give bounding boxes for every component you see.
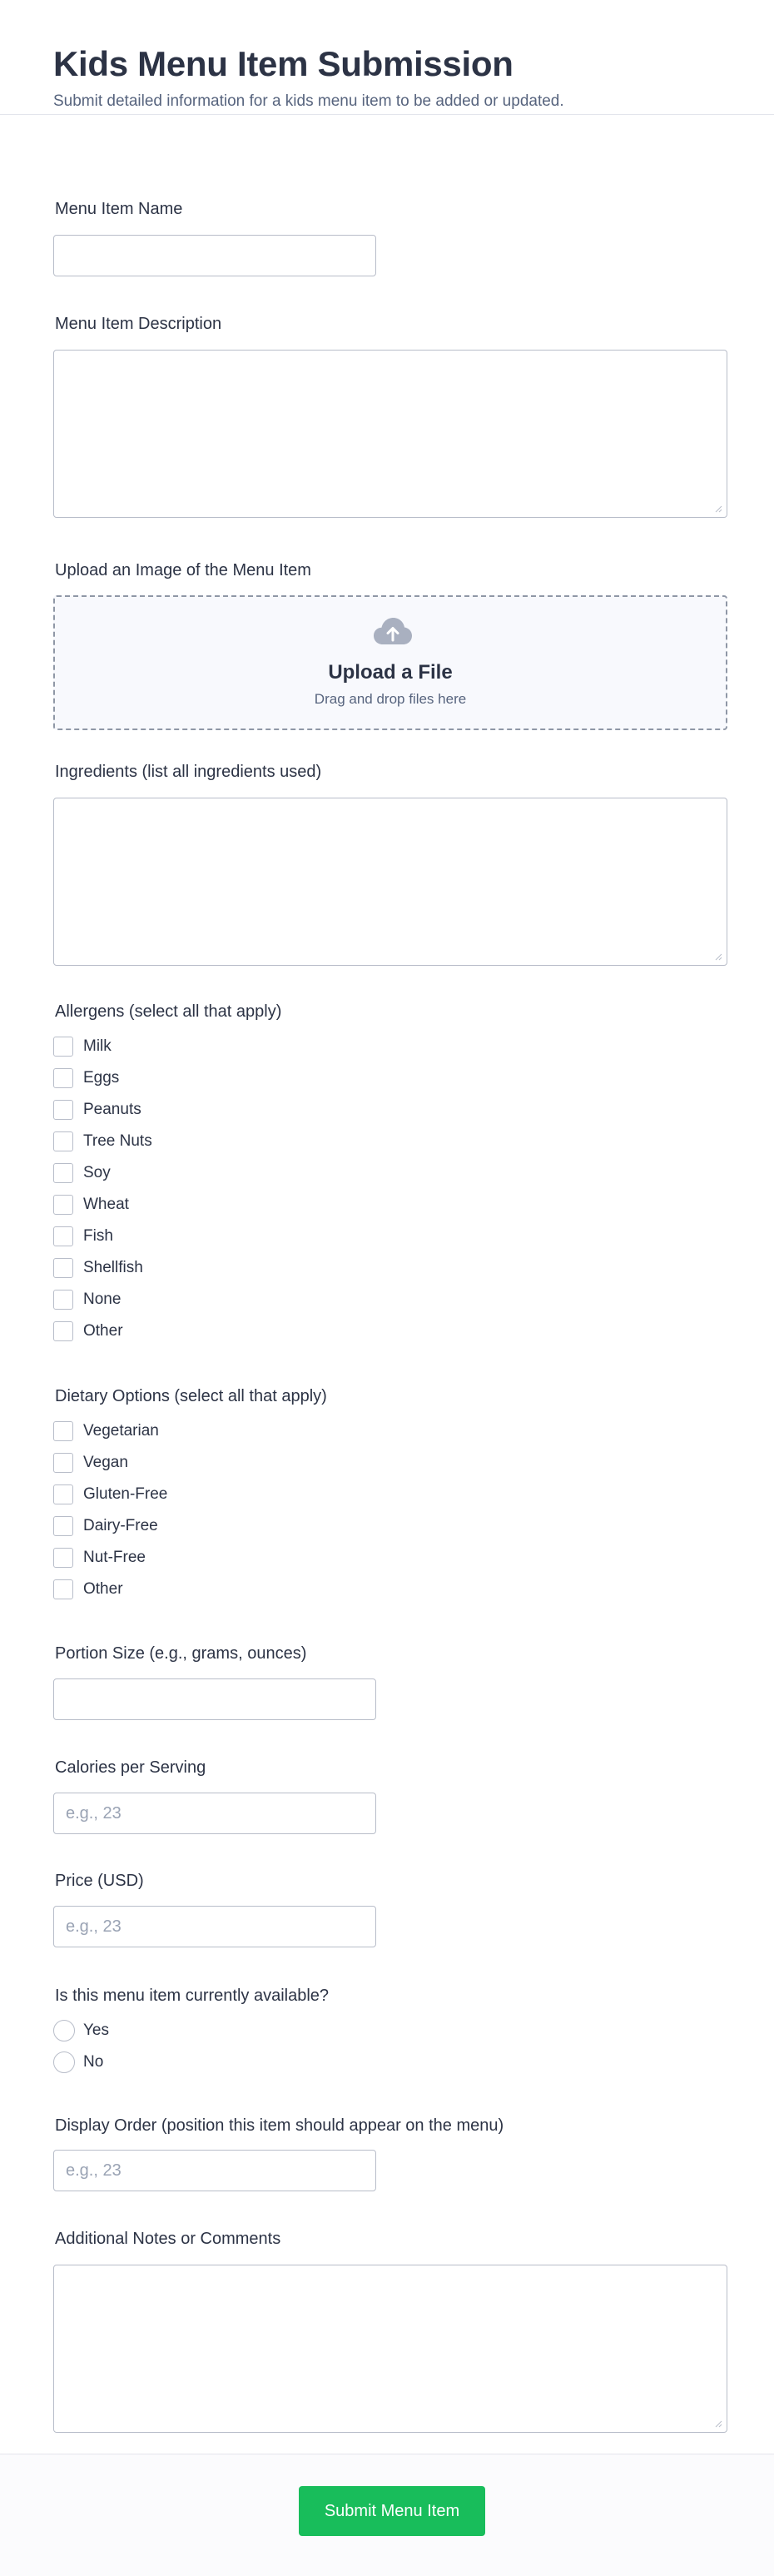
form-subtitle: Submit detailed information for a kids m… — [53, 92, 564, 110]
radio-button[interactable] — [53, 2051, 75, 2073]
checkbox[interactable] — [53, 1453, 73, 1473]
form-header: Kids Menu Item Submission Submit detaile… — [0, 0, 774, 115]
menu-item-name-label: Menu Item Name — [55, 200, 183, 218]
allergen-option-label: Milk — [83, 1037, 112, 1055]
checkbox[interactable] — [53, 1100, 73, 1120]
allergen-option-label: Shellfish — [83, 1259, 143, 1276]
resize-grip-icon[interactable] — [715, 505, 722, 513]
checkbox[interactable] — [53, 1226, 73, 1246]
menu-item-description-textarea[interactable] — [53, 350, 727, 518]
allergen-option-label: Fish — [83, 1227, 113, 1245]
calories-input[interactable] — [53, 1793, 376, 1834]
upload-title: Upload a File — [328, 661, 453, 684]
allergen-option-label: Soy — [83, 1164, 111, 1181]
ingredients-label: Ingredients (list all ingredients used) — [55, 763, 322, 781]
radio-button[interactable] — [53, 2020, 75, 2041]
portion-size-input[interactable] — [53, 1678, 376, 1720]
ingredients-textarea[interactable] — [53, 798, 727, 966]
checkbox[interactable] — [53, 1579, 73, 1599]
checkbox[interactable] — [53, 1131, 73, 1151]
dietary-option-label: Other — [83, 1580, 123, 1598]
allergen-option-label: Peanuts — [83, 1101, 141, 1118]
price-input[interactable] — [53, 1906, 376, 1947]
radio-option-label: Yes — [83, 2022, 109, 2039]
dietary-option-label: Dairy-Free — [83, 1517, 158, 1534]
form-footer: Submit Menu Item — [0, 2454, 774, 2576]
resize-grip-icon[interactable] — [715, 953, 722, 961]
checkbox[interactable] — [53, 1163, 73, 1183]
checkbox[interactable] — [53, 1037, 73, 1057]
submit-menu-item-button[interactable]: Submit Menu Item — [299, 2486, 485, 2536]
dietary-option-label: Nut-Free — [83, 1549, 146, 1566]
image-upload-label: Upload an Image of the Menu Item — [55, 561, 311, 579]
file-upload-dropzone[interactable]: Upload a File Drag and drop files here — [53, 595, 727, 730]
checkbox[interactable] — [53, 1516, 73, 1536]
allergen-option-label: Eggs — [83, 1069, 120, 1087]
allergen-option-label: Tree Nuts — [83, 1132, 152, 1150]
dietary-option-label: Gluten-Free — [83, 1485, 168, 1503]
dietary-option-label: Vegetarian — [83, 1422, 159, 1440]
menu-item-name-input[interactable] — [53, 235, 376, 276]
checkbox[interactable] — [53, 1548, 73, 1568]
checkbox[interactable] — [53, 1421, 73, 1441]
dietary-option-label: Vegan — [83, 1454, 128, 1471]
availability-label: Is this menu item currently available? — [55, 1987, 330, 2005]
price-label: Price (USD) — [55, 1872, 144, 1890]
calories-label: Calories per Serving — [55, 1758, 206, 1777]
checkbox[interactable] — [53, 1321, 73, 1341]
allergen-option-label: Wheat — [83, 1196, 129, 1213]
display-order-label: Display Order (position this item should… — [55, 2116, 504, 2135]
checkbox[interactable] — [53, 1195, 73, 1215]
checkbox[interactable] — [53, 1258, 73, 1278]
menu-item-description-label: Menu Item Description — [55, 315, 222, 333]
checkbox[interactable] — [53, 1290, 73, 1310]
notes-textarea[interactable] — [53, 2265, 727, 2433]
allergen-option-label: Other — [83, 1322, 123, 1340]
dietary-options-label: Dietary Options (select all that apply) — [55, 1387, 327, 1405]
display-order-input[interactable] — [53, 2150, 376, 2191]
allergen-option-label: None — [83, 1290, 122, 1308]
portion-size-label: Portion Size (e.g., grams, ounces) — [55, 1644, 307, 1663]
resize-grip-icon[interactable] — [715, 2420, 722, 2428]
form-title: Kids Menu Item Submission — [53, 44, 514, 83]
checkbox[interactable] — [53, 1068, 73, 1088]
radio-option-label: No — [83, 2053, 104, 2071]
notes-label: Additional Notes or Comments — [55, 2230, 281, 2248]
checkbox[interactable] — [53, 1484, 73, 1504]
upload-subtitle: Drag and drop files here — [314, 691, 467, 707]
allergens-label: Allergens (select all that apply) — [55, 1002, 282, 1021]
cloud-upload-icon — [374, 618, 412, 644]
